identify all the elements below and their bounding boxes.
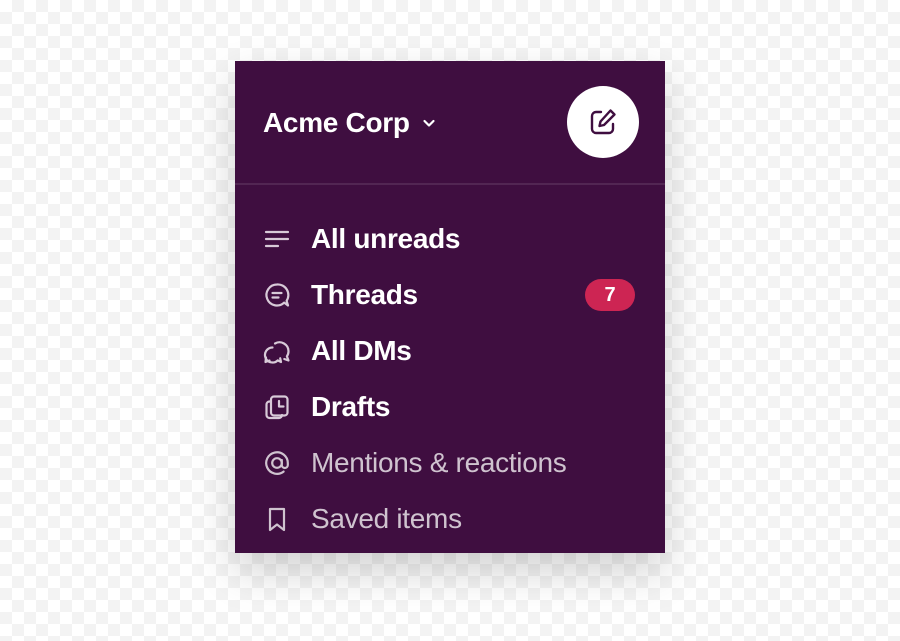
sidebar-item-label: All unreads [311,223,461,254]
sidebar-item-label: Saved items [311,503,462,534]
chevron-down-icon [422,116,436,130]
mention-icon [263,449,291,477]
compose-button[interactable] [567,86,639,158]
sidebar-item-label: Drafts [311,391,391,422]
all-unreads-icon [263,225,291,253]
sidebar-nav: All unreads Threads 7 All DMs Drafts Men… [235,211,665,547]
sidebar-item-label: Threads [311,279,418,310]
workspace-name: Acme Corp [263,107,410,138]
threads-icon [263,281,291,309]
sidebar: Acme Corp All unreads Threads 7 All DMs … [235,61,665,553]
sidebar-item-label: All DMs [311,335,412,366]
sidebar-item-all-unreads[interactable]: All unreads [235,211,665,267]
sidebar-item-mentions-reactions[interactable]: Mentions & reactions [235,435,665,491]
sidebar-item-saved-items[interactable]: Saved items [235,491,665,547]
sidebar-header: Acme Corp [235,61,665,185]
unread-count-badge: 7 [585,279,635,311]
sidebar-item-all-dms[interactable]: All DMs [235,323,665,379]
dms-icon [263,337,291,365]
compose-icon [586,105,620,139]
sidebar-item-label: Mentions & reactions [311,447,567,478]
sidebar-item-drafts[interactable]: Drafts [235,379,665,435]
bookmark-icon [263,505,291,533]
workspace-switcher[interactable]: Acme Corp [263,105,436,141]
sidebar-item-threads[interactable]: Threads 7 [235,267,665,323]
drafts-icon [263,393,291,421]
